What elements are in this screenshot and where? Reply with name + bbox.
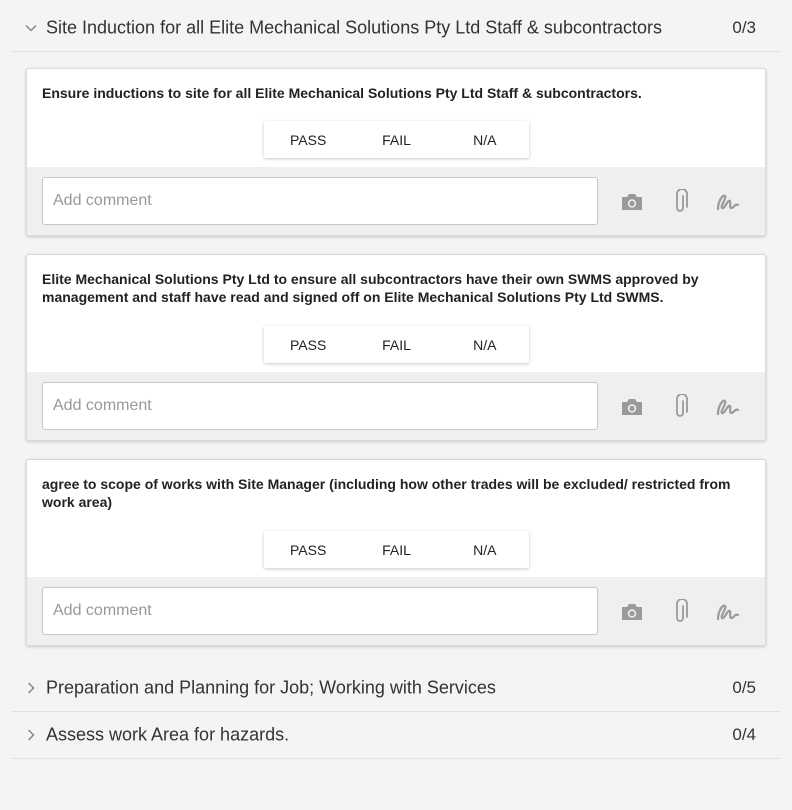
signature-button[interactable] bbox=[713, 597, 743, 627]
pass-button[interactable]: PASS bbox=[264, 531, 352, 568]
section-header-assess-work-area[interactable]: Assess work Area for hazards. 0/4 bbox=[12, 712, 780, 759]
chevron-right-icon bbox=[27, 682, 35, 694]
attach-file-button[interactable] bbox=[665, 597, 695, 627]
chevron-down-icon bbox=[25, 24, 37, 32]
na-button[interactable]: N/A bbox=[441, 121, 529, 158]
section-progress-count: 0/5 bbox=[732, 678, 756, 697]
camera-button[interactable] bbox=[617, 597, 647, 627]
camera-icon bbox=[622, 399, 642, 415]
na-button[interactable]: N/A bbox=[441, 326, 529, 363]
paperclip-icon bbox=[676, 189, 688, 212]
signature-icon bbox=[716, 194, 740, 211]
paperclip-icon bbox=[676, 599, 688, 622]
section-title: Assess work Area for hazards. bbox=[46, 724, 290, 745]
question-card-2: Elite Mechanical Solutions Pty Ltd to en… bbox=[26, 254, 766, 441]
question-card-1: Ensure inductions to site for all Elite … bbox=[26, 68, 766, 236]
attach-file-button[interactable] bbox=[665, 187, 695, 217]
camera-button[interactable] bbox=[617, 187, 647, 217]
comment-input[interactable] bbox=[42, 382, 598, 430]
camera-icon bbox=[622, 194, 642, 210]
camera-icon bbox=[622, 604, 642, 620]
section-title: Site Induction for all Elite Mechanical … bbox=[46, 17, 662, 38]
question-text: agree to scope of works with Site Manage… bbox=[42, 476, 731, 510]
pass-button[interactable]: PASS bbox=[264, 121, 352, 158]
fail-button[interactable]: FAIL bbox=[352, 326, 440, 363]
comment-input[interactable] bbox=[42, 587, 598, 635]
paperclip-icon bbox=[676, 394, 688, 417]
section-progress-count: 0/4 bbox=[732, 725, 756, 744]
question-card-3: agree to scope of works with Site Manage… bbox=[26, 459, 766, 646]
signature-button[interactable] bbox=[713, 187, 743, 217]
fail-button[interactable]: FAIL bbox=[352, 121, 440, 158]
question-text: Ensure inductions to site for all Elite … bbox=[42, 85, 642, 101]
pass-button[interactable]: PASS bbox=[264, 326, 352, 363]
signature-button[interactable] bbox=[713, 392, 743, 422]
section-header-site-induction[interactable]: Site Induction for all Elite Mechanical … bbox=[12, 5, 780, 52]
comment-bar bbox=[27, 167, 765, 235]
comment-bar bbox=[27, 577, 765, 645]
signature-icon bbox=[716, 604, 740, 621]
attach-file-button[interactable] bbox=[665, 392, 695, 422]
response-options: PASS FAIL N/A bbox=[264, 121, 529, 158]
comment-input[interactable] bbox=[42, 177, 598, 225]
response-options: PASS FAIL N/A bbox=[264, 326, 529, 363]
na-button[interactable]: N/A bbox=[441, 531, 529, 568]
comment-bar bbox=[27, 372, 765, 440]
camera-button[interactable] bbox=[617, 392, 647, 422]
section-title: Preparation and Planning for Job; Workin… bbox=[46, 677, 496, 698]
section-progress-count: 0/3 bbox=[732, 18, 756, 37]
signature-icon bbox=[716, 399, 740, 416]
response-options: PASS FAIL N/A bbox=[264, 531, 529, 568]
chevron-right-icon bbox=[27, 729, 35, 741]
section-header-preparation-planning[interactable]: Preparation and Planning for Job; Workin… bbox=[12, 665, 780, 712]
fail-button[interactable]: FAIL bbox=[352, 531, 440, 568]
question-text: Elite Mechanical Solutions Pty Ltd to en… bbox=[42, 271, 699, 305]
